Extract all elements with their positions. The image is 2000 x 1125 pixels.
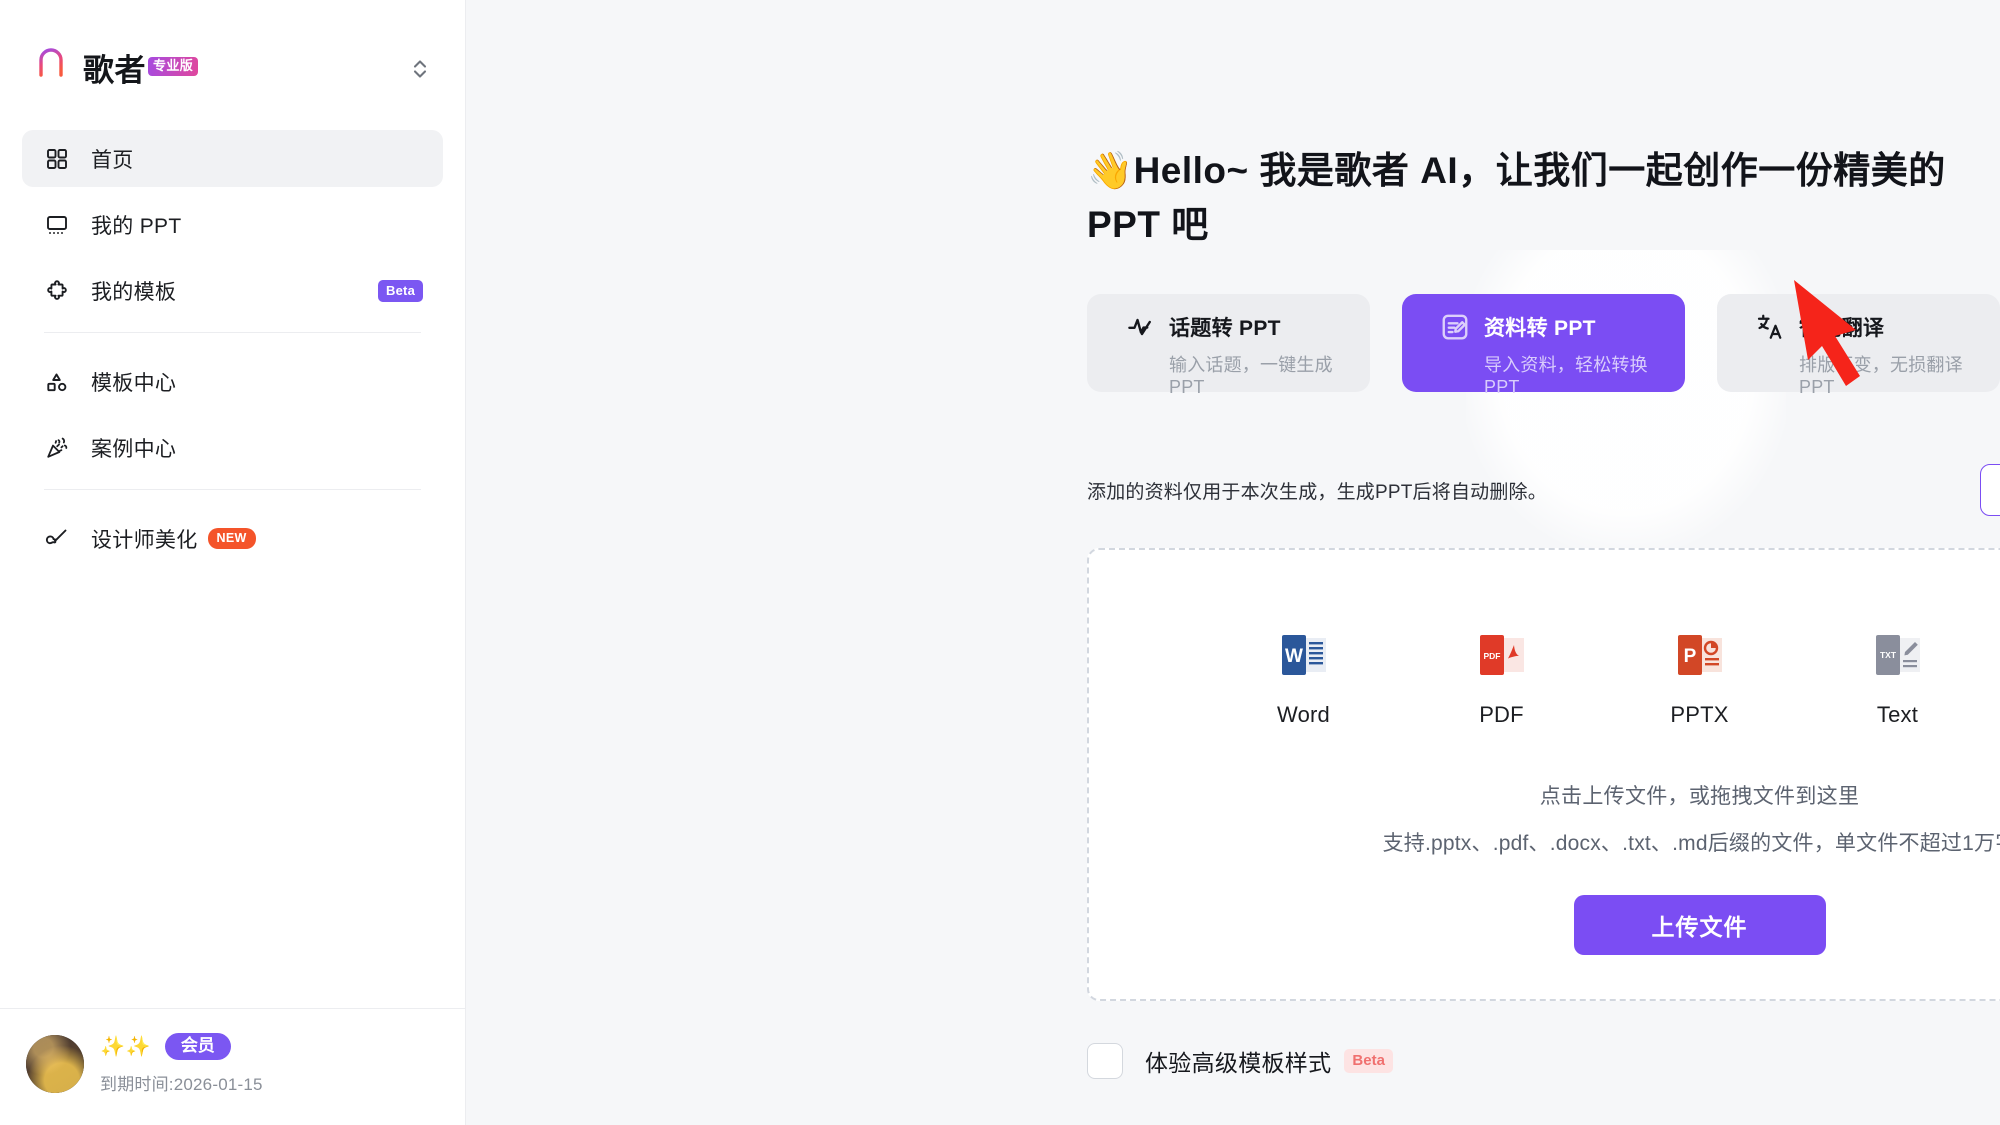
sidebar-header: 歌者 专业版 xyxy=(0,0,465,104)
filetype-pdf: PDF PDF xyxy=(1438,627,1566,728)
sidebar-item-home[interactable]: 首页 xyxy=(22,130,443,187)
activity-lightning-icon xyxy=(1125,312,1155,342)
sidebar-item-case-center[interactable]: 案例中心 xyxy=(22,419,443,476)
filetype-label: PDF xyxy=(1479,702,1524,727)
grid-icon xyxy=(42,144,72,174)
brush-icon xyxy=(42,524,72,554)
upload-file-button[interactable]: 上传文件 xyxy=(1573,895,1826,955)
mode-card-subtitle: 导入资料，轻松转换 PPT xyxy=(1484,355,1648,397)
translate-icon xyxy=(1755,312,1785,342)
user-meta: ✨✨ 会员 到期时间:2026-01-15 xyxy=(100,1033,263,1095)
puzzle-icon xyxy=(42,276,72,306)
word-file-icon: W xyxy=(1281,635,1326,675)
shapes-icon xyxy=(42,367,72,397)
filetype-pptx: P PPTX xyxy=(1636,627,1764,728)
filetype-label: Text xyxy=(1876,702,1919,727)
vip-badge: 会员 xyxy=(164,1033,231,1060)
pptx-file-icon: P xyxy=(1677,635,1722,675)
svg-text:TXT: TXT xyxy=(1879,650,1896,660)
new-badge: NEW xyxy=(207,528,256,549)
advanced-template-option: 体验高级模板样式 Beta xyxy=(1087,1043,2000,1079)
mode-card-list: 话题转 PPT 输入话题，一键生成 PPT 资料转 PPT 导入资料，轻松转换 … xyxy=(1087,294,2000,397)
beta-badge: Beta xyxy=(378,279,423,302)
sidebar-item-template-center[interactable]: 模板中心 xyxy=(22,353,443,410)
sidebar-item-my-templates[interactable]: 我的模板 Beta xyxy=(22,262,443,319)
filetype-word: W Word xyxy=(1240,627,1368,728)
mode-card-title: 智能翻译 xyxy=(1799,317,1885,340)
document-edit-icon xyxy=(1440,312,1470,342)
filetype-label: Word xyxy=(1277,702,1330,727)
sidebar-collapse-button[interactable] xyxy=(403,52,437,86)
avatar xyxy=(26,1035,84,1093)
filetype-label: PPTX xyxy=(1670,702,1729,727)
privacy-notice: 添加的资料仅用于本次生成，生成PPT后将自动删除。 xyxy=(1087,481,1547,503)
sidebar-item-label: 模板中心 xyxy=(91,371,177,395)
dropzone-primary-hint: 点击上传文件，或拖拽文件到这里 xyxy=(1539,785,1860,808)
filetype-text: TXT Text xyxy=(1834,627,1962,728)
notice-row: 添加的资料仅用于本次生成，生成PPT后将自动删除。 粘贴文本 导入链接 xyxy=(1087,464,2000,516)
sidebar-item-label: 首页 xyxy=(91,148,134,172)
brand-name: 歌者 专业版 xyxy=(83,55,199,87)
sidebar-user-profile[interactable]: ✨✨ 会员 到期时间:2026-01-15 xyxy=(0,1008,465,1125)
main-content: 👋Hello~ 我是歌者 AI，让我们一起创作一份精美的 PPT 吧 话题转 P… xyxy=(466,0,2000,1125)
app-root: 歌者 专业版 首页 我的 PPT 我的模板 Beta 模板中心 案例中心 设计师… xyxy=(0,0,2000,1125)
text-file-icon: TXT xyxy=(1875,635,1920,675)
svg-text:P: P xyxy=(1683,646,1696,667)
sidebar-item-label: 设计师美化 xyxy=(91,528,198,552)
membership-expiry: 到期时间:2026-01-15 xyxy=(100,1075,263,1094)
supported-filetypes: W Word PDF PDF P PPTX TXT Text xyxy=(1240,627,2000,728)
mode-card-subtitle: 排版不变，无损翻译 PPT xyxy=(1799,355,1963,397)
sidebar-nav: 首页 我的 PPT 我的模板 Beta 模板中心 案例中心 设计师美化 NEW xyxy=(0,104,465,576)
presentation-icon xyxy=(42,210,72,240)
sidebar-item-label: 我的模板 xyxy=(91,280,177,304)
chevron-up-down-icon xyxy=(413,60,427,78)
mode-card-title: 资料转 PPT xyxy=(1484,317,1596,340)
mode-card-material-to-ppt[interactable]: 资料转 PPT 导入资料，轻松转换 PPT xyxy=(1402,294,1685,397)
mode-card-smart-translate[interactable]: 智能翻译 排版不变，无损翻译 PPT xyxy=(1717,294,2000,397)
svg-text:PDF: PDF xyxy=(1483,651,1500,661)
sidebar-divider-1 xyxy=(44,332,421,333)
pro-badge: 专业版 xyxy=(148,56,199,77)
sidebar-divider-2 xyxy=(44,489,421,490)
file-dropzone[interactable]: W Word PDF PDF P PPTX TXT Text 点击上传文件，或拖… xyxy=(1087,548,2000,1001)
party-popper-icon xyxy=(42,433,72,463)
advanced-template-checkbox[interactable] xyxy=(1087,1043,1123,1079)
sidebar-item-label: 案例中心 xyxy=(91,437,177,461)
sidebar-item-my-ppt[interactable]: 我的 PPT xyxy=(22,196,443,253)
paste-text-button[interactable]: 粘贴文本 xyxy=(1979,464,2000,516)
sidebar-item-designer-beautify[interactable]: 设计师美化 NEW xyxy=(22,510,443,567)
mode-card-title: 话题转 PPT xyxy=(1169,317,1281,340)
mode-card-topic-to-ppt[interactable]: 话题转 PPT 输入话题，一键生成 PPT xyxy=(1087,294,1370,397)
beta-badge: Beta xyxy=(1344,1049,1393,1073)
page-title: 👋Hello~ 我是歌者 AI，让我们一起创作一份精美的 PPT 吧 xyxy=(1087,150,1946,245)
notice-actions: 粘贴文本 导入链接 xyxy=(1979,464,2000,516)
sidebar-item-label: 我的 PPT xyxy=(91,214,182,238)
dropzone-secondary-hint: 支持.pptx、.pdf、.docx、.txt、.md后缀的文件，单文件不超过1… xyxy=(1382,832,2000,855)
svg-text:W: W xyxy=(1285,646,1303,667)
soundwave-logo-icon xyxy=(33,48,69,91)
advanced-template-label: 体验高级模板样式 xyxy=(1145,1050,1332,1076)
user-name: ✨✨ xyxy=(100,1035,152,1058)
sidebar: 歌者 专业版 首页 我的 PPT 我的模板 Beta 模板中心 案例中心 设计师… xyxy=(0,0,466,1125)
pdf-file-icon: PDF xyxy=(1479,635,1524,675)
mode-card-subtitle: 输入话题，一键生成 PPT xyxy=(1169,355,1333,397)
